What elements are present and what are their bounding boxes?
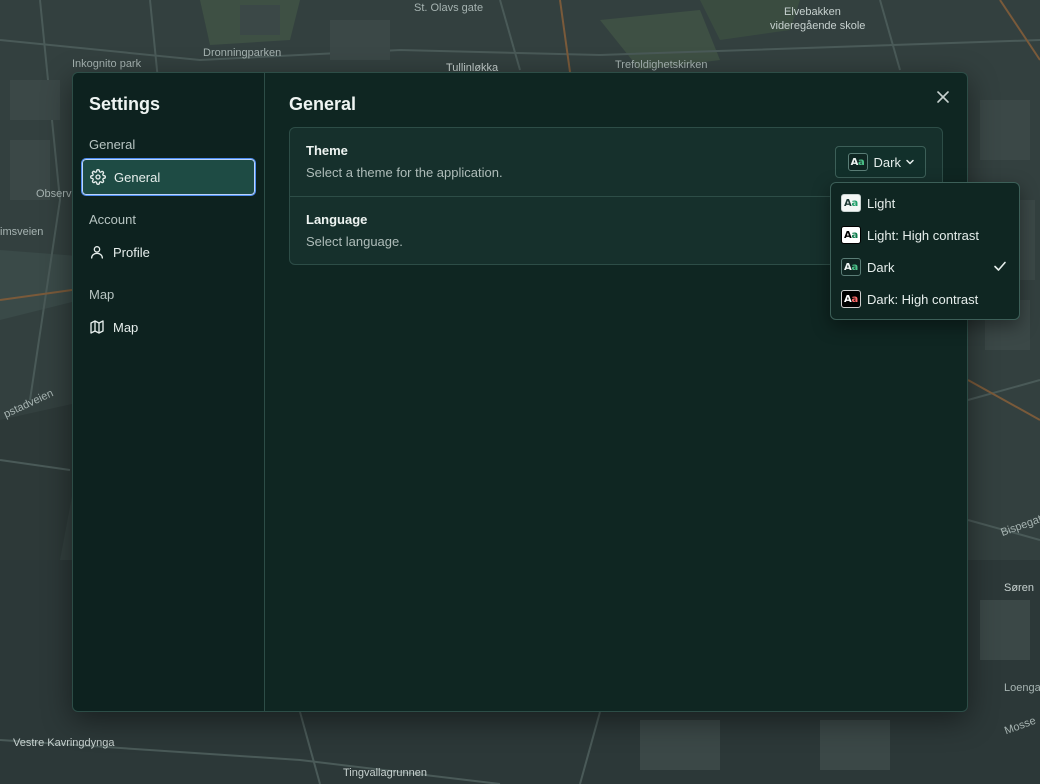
theme-label: Theme: [306, 143, 348, 158]
sidebar-group-account: Account: [89, 212, 136, 227]
map-label: videregående skole: [770, 20, 866, 32]
map-label: imsveien: [0, 226, 44, 238]
settings-main: General Theme Select a theme for the app…: [265, 73, 967, 711]
map-label: Vestre Kavringdynga: [13, 737, 115, 749]
sidebar-group-general: General: [89, 137, 136, 152]
user-icon: [89, 244, 105, 260]
theme-option-light[interactable]: Aa Light: [831, 187, 1019, 219]
theme-select-value: Dark: [873, 154, 901, 170]
settings-sidebar: Settings General General Account Profile…: [73, 73, 265, 711]
map-label: St. Olavs gate: [414, 2, 484, 14]
sidebar-item-label: Profile: [113, 244, 150, 260]
theme-option-dark[interactable]: Aa Dark: [831, 251, 1019, 283]
sidebar-item-map[interactable]: Map: [81, 308, 256, 346]
sidebar-item-profile[interactable]: Profile: [81, 233, 256, 271]
theme-preview-badge: Aa: [841, 290, 861, 308]
theme-preview-badge: Aa: [847, 153, 868, 171]
sidebar-item-general[interactable]: General: [81, 158, 256, 196]
theme-dropdown-menu: Aa Light Aa Light: High contrast Aa Dark…: [830, 182, 1020, 320]
option-label: Dark: High contrast: [867, 291, 979, 307]
theme-option-dark-high-contrast[interactable]: Aa Dark: High contrast: [831, 283, 1019, 315]
sidebar-title: Settings: [89, 94, 161, 114]
badge-text: Aa: [844, 261, 858, 273]
map-label: Trefoldighetskirken: [615, 59, 708, 71]
theme-preview-badge: Aa: [841, 258, 861, 276]
badge-text: Aa: [844, 197, 858, 209]
map-label: Tingvallagrunnen: [343, 767, 427, 779]
map-label: Dronningparken: [203, 47, 282, 59]
option-label: Light: [867, 195, 896, 211]
page-title: General: [289, 94, 357, 114]
map-label: Observ: [36, 188, 72, 200]
gear-icon: [90, 169, 106, 185]
map-label: Loenga: [1004, 682, 1040, 694]
theme-description: Select a theme for the application.: [306, 165, 503, 180]
theme-select[interactable]: Aa Dark: [834, 146, 926, 178]
close-button[interactable]: [933, 87, 953, 107]
theme-preview-badge: Aa: [841, 194, 861, 212]
badge-text: Aa: [850, 156, 865, 168]
map-label: Elvebakken: [784, 6, 841, 18]
option-label: Light: High contrast: [867, 227, 980, 243]
theme-option-light-high-contrast[interactable]: Aa Light: High contrast: [831, 219, 1019, 251]
sidebar-group-map: Map: [89, 287, 115, 302]
close-icon: [936, 90, 950, 104]
option-label: Dark: [867, 259, 895, 275]
badge-text: Aa: [844, 229, 858, 241]
checkmark-icon: [993, 259, 1007, 276]
map-icon: [89, 319, 105, 335]
map-label: Inkognito park: [72, 58, 142, 70]
map-label: Søren: [1004, 582, 1034, 594]
sidebar-item-label: General: [114, 169, 161, 185]
chevron-down-icon: [905, 157, 915, 167]
settings-dialog: Settings General General Account Profile…: [72, 72, 968, 712]
sidebar-item-label: Map: [113, 319, 139, 335]
badge-text: Aa: [844, 293, 858, 305]
theme-preview-badge: Aa: [841, 226, 861, 244]
